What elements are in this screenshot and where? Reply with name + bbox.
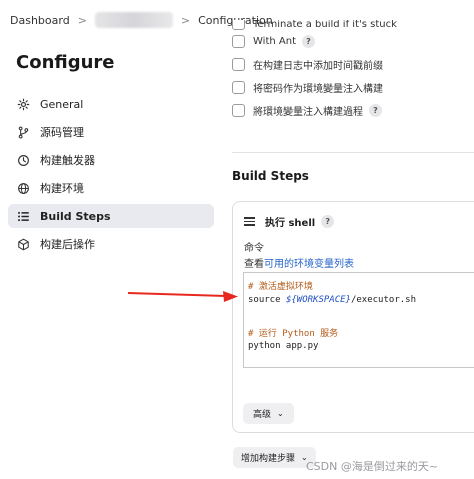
build-step-title: 执行 shell: [265, 218, 316, 229]
checkbox[interactable]: [232, 81, 245, 94]
sidebar-item-build-triggers[interactable]: 构建触发器: [8, 148, 214, 172]
list-icon: [16, 209, 30, 223]
env-vars-link[interactable]: 可用的环境变量列表: [264, 259, 354, 270]
watermark: CSDN @海是倒过来的天~: [306, 460, 439, 473]
sidebar-item-label: Build Steps: [40, 209, 111, 223]
command-label: 命令: [244, 243, 264, 254]
gear-icon: [16, 97, 30, 111]
option-inject-passwords[interactable]: 将密码作为環境變量注入構建: [232, 76, 474, 99]
sidebar-item-build-environment[interactable]: 构建环境: [8, 176, 214, 200]
chevron-down-icon: ⌄: [277, 409, 284, 418]
code-line: # 激活虚拟环境: [248, 282, 313, 292]
help-icon[interactable]: ?: [301, 35, 315, 48]
breadcrumb-separator: >: [77, 13, 87, 27]
code-line: # 运行 Python 服务: [248, 328, 339, 339]
add-build-step-button[interactable]: 增加构建步骤 ⌄: [233, 447, 316, 468]
option-timestamps[interactable]: 在构建日志中添加时间戳前缀: [232, 53, 474, 76]
option-label: 在构建日志中添加时间戳前缀: [253, 61, 383, 72]
option-label: Terminate a build if it's stuck: [253, 20, 397, 30]
build-environment-options: Terminate a build if it's stuck With Ant…: [232, 20, 474, 122]
code-token: ${WORKSPACE}: [285, 294, 351, 305]
sidebar-nav: General 源码管理 构建触发器 构建环境 Build Steps 构建后操…: [8, 92, 214, 260]
globe-icon: [16, 181, 30, 195]
sidebar-item-post-build[interactable]: 构建后操作: [8, 232, 214, 256]
breadcrumb-job-name-redacted[interactable]: [94, 12, 173, 28]
checkbox[interactable]: [232, 35, 245, 48]
page-title: Configure: [16, 52, 115, 73]
sidebar-item-build-steps[interactable]: Build Steps: [8, 204, 214, 228]
section-title-build-steps: Build Steps: [232, 169, 309, 183]
option-label: 将密码作为環境變量注入構建: [253, 84, 383, 95]
command-textarea[interactable]: # 激活虚拟环境 source ${WORKSPACE}/executor.sh…: [243, 272, 474, 368]
checkbox[interactable]: [232, 58, 245, 71]
sidebar-item-label: 源码管理: [40, 126, 84, 139]
checkbox[interactable]: [232, 104, 245, 117]
clock-icon: [16, 153, 30, 167]
build-step-header: 执行 shell ?: [244, 214, 335, 229]
sidebar-item-source-control[interactable]: 源码管理: [8, 120, 214, 144]
sidebar-item-label: 构建触发器: [40, 154, 95, 167]
sidebar-item-general[interactable]: General: [8, 92, 214, 116]
code-line: source ${WORKSPACE}/executor.sh: [248, 295, 474, 311]
branch-icon: [16, 125, 30, 139]
help-icon[interactable]: ?: [321, 215, 335, 228]
add-build-step-label: 增加构建步骤: [241, 454, 296, 464]
help-icon[interactable]: ?: [369, 104, 382, 117]
advanced-button[interactable]: 高级 ⌄: [243, 403, 294, 424]
option-inject-env-vars[interactable]: 將環境變量注入構建過程 ?: [232, 99, 474, 122]
code-token: /executor.sh: [350, 294, 416, 305]
option-terminate-stuck[interactable]: Terminate a build if it's stuck: [232, 20, 474, 30]
breadcrumb-separator: >: [180, 13, 191, 27]
sidebar-item-label: 构建环境: [40, 182, 84, 195]
checkbox[interactable]: [232, 20, 245, 30]
drag-handle-icon[interactable]: [244, 215, 255, 228]
sidebar-item-label: 构建后操作: [40, 238, 95, 251]
build-step-card: 执行 shell ? 命令 查看可用的环境变量列表 # 激活虚拟环境 sourc…: [232, 201, 474, 433]
sidebar-item-label: General: [40, 97, 84, 111]
section-divider: [232, 152, 474, 153]
option-label: 將環境變量注入構建過程: [253, 107, 363, 118]
env-vars-hint: 查看可用的环境变量列表: [244, 255, 354, 270]
advanced-label: 高级: [253, 410, 272, 420]
breadcrumb-dashboard[interactable]: Dashboard: [10, 14, 70, 27]
option-with-ant[interactable]: With Ant ?: [232, 30, 474, 53]
code-line: python app.py: [248, 341, 319, 351]
cube-icon: [16, 237, 30, 251]
code-token: source: [248, 294, 286, 305]
option-label: With Ant: [253, 36, 296, 47]
env-vars-prefix: 查看: [244, 259, 264, 270]
